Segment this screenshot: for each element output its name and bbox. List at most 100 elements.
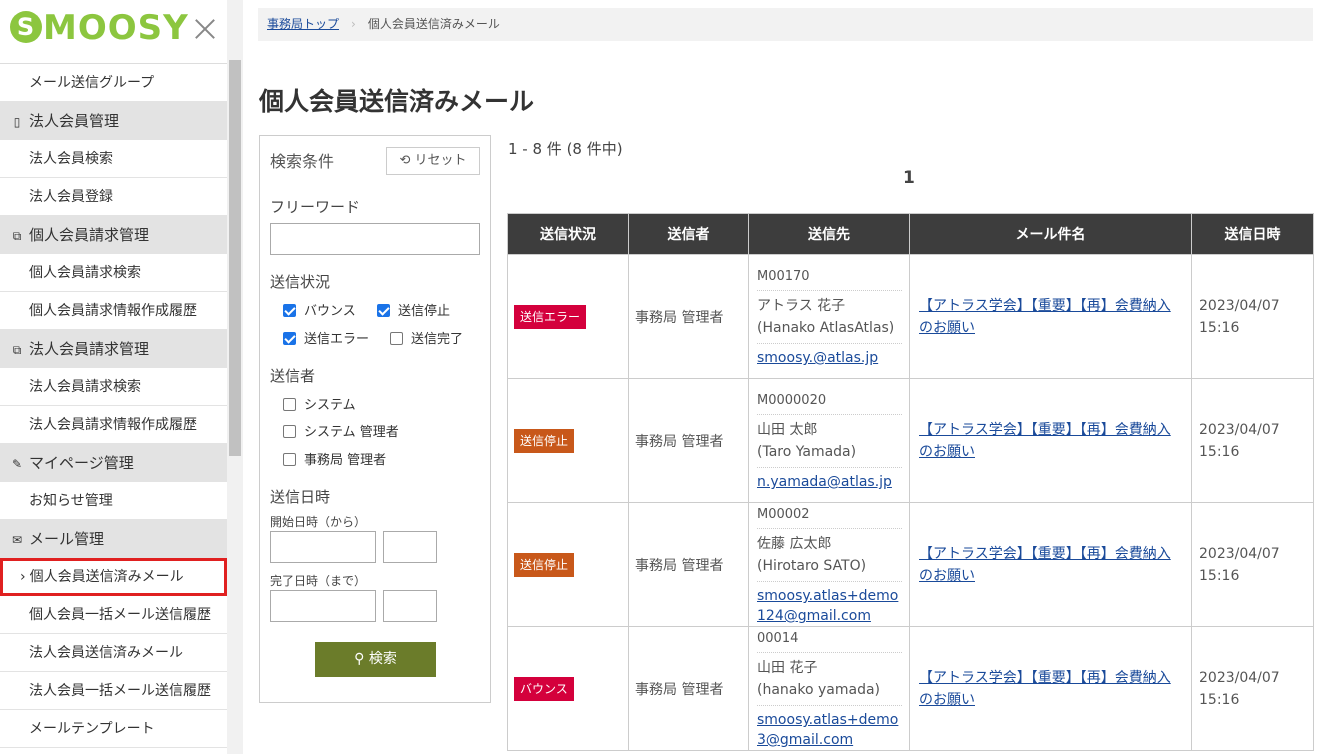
cell-recipient: M00170 アトラス 花子 (Hanako AtlasAtlas) smoosy.… [748,254,910,379]
sidebar-nav: S MOOSY メール送信グループ ▯ 法人会員管理 法人会員検索 法人会員登録 ⧉ 個人会員… [0,0,227,754]
sidebar-group-header[interactable]: ⧉ 個人会員請求管理 [0,216,227,254]
logo: S MOOSY [0,0,227,64]
subject-link[interactable]: 【アトラス学会】【重要】【再】会費納入のお願い [919,298,1171,336]
breadcrumb-home-link[interactable]: 事務局トップ [267,17,339,31]
sidebar-group-header[interactable]: ▯ 法人会員管理 [0,102,227,140]
end-date-input[interactable] [270,590,376,622]
sidebar-item-label: 法人会員請求検索 [29,379,141,395]
start-date-input[interactable] [270,531,376,563]
sidebar-item[interactable]: 法人会員請求検索 [0,368,227,406]
subject-link[interactable]: 【アトラス学会】【重要】【再】会費納入のお願い [919,422,1171,460]
cell-sender: 事務局 管理者 [628,626,749,751]
sidebar-item[interactable]: 個人会員請求情報作成履歴 [0,292,227,330]
cell-subject: 【アトラス学会】【重要】【再】会費納入のお願い [909,626,1192,751]
status-checkbox-stopped[interactable]: 送信停止 [377,300,450,319]
sidebar-item[interactable]: 法人会員一括メール送信履歴 [0,672,227,710]
copy-icon: ⧉ [12,229,22,243]
search-button-label: 検索 [368,651,397,667]
breadcrumb: 事務局トップ › 個人会員送信済みメール [258,8,1313,41]
scrollbar-thumb[interactable] [229,60,241,456]
cell-date: 2023/04/07 15:16 [1191,626,1314,751]
col-header-sender: 送信者 [628,213,749,255]
sidebar: S MOOSY メール送信グループ ▯ 法人会員管理 法人会員検索 法人会員登録 ⧉ 個人会員… [0,0,243,754]
recipient-id: 00014 [757,627,902,653]
sender-checkbox-office-admin[interactable]: 事務局 管理者 [283,449,386,468]
sidebar-item[interactable]: メール送信グループ [0,64,227,102]
search-panel: 検索条件 ⟲ リセット フリーワード 送信状況 バウンス 送信停止 送信エラー … [259,135,491,703]
result-count: 1 - 8 件 (8 件中) [508,140,623,158]
logo-wordmark: MOOSY [43,8,189,48]
table-row: バウンス 事務局 管理者 00014 山田 花子 (hanako yamada) smo… [507,626,1314,751]
sidebar-item[interactable]: 法人会員登録 [0,178,227,216]
checkbox-label: システム 管理者 [304,425,399,440]
freeword-input[interactable] [270,223,480,255]
recipient-email-link[interactable]: smoosy.atlas+demo3@gmail.com [757,706,902,750]
table-header-row: 送信状況 送信者 送信先 メール件名 送信日時 [507,213,1314,255]
subject-link[interactable]: 【アトラス学会】【重要】【再】会費納入のお願い [919,670,1171,708]
recipient-email-link[interactable]: n.yamada@atlas.jp [757,468,902,492]
sidebar-group-header[interactable]: ✉ メール管理 [0,520,227,558]
recipient-name: 山田 太郎 (Taro Yamada) [757,415,902,468]
cell-status: 送信停止 [507,378,629,503]
cell-date: 2023/04/07 15:16 [1191,378,1314,503]
recipient-email-link[interactable]: smoosy.atlas+demo124@gmail.com [757,582,902,626]
reset-button[interactable]: ⟲ リセット [386,147,480,175]
status-badge: 送信エラー [514,304,587,329]
logo-initial: S [10,11,42,43]
checkbox-box[interactable] [283,453,296,466]
sidebar-item-label: 法人会員請求情報作成履歴 [29,417,197,433]
end-date-label: 完了日時（まで） [270,574,367,588]
sidebar-item[interactable]: メールテンプレート [0,710,227,748]
sidebar-item[interactable]: 個人会員一括メール送信履歴 [0,596,227,634]
sidebar-group-header[interactable]: ✎ マイページ管理 [0,444,227,482]
checkbox-box[interactable] [283,425,296,438]
sidebar-group-header[interactable]: ⧉ 法人会員請求管理 [0,330,227,368]
sidebar-group-label: 法人会員請求管理 [29,340,150,358]
status-checkbox-completed[interactable]: 送信完了 [390,328,463,347]
status-checkbox-error[interactable]: 送信エラー [283,328,369,347]
sidebar-item-label: 個人会員一括メール送信履歴 [29,607,211,623]
checkbox-box[interactable] [390,332,403,345]
checkbox-box[interactable] [283,398,296,411]
sidebar-item[interactable]: お知らせ管理 [0,482,227,520]
sidebar-item-label: 法人会員送信済みメール [29,645,183,661]
subject-link[interactable]: 【アトラス学会】【重要】【再】会費納入のお願い [919,546,1171,584]
checkbox-label: 送信停止 [398,304,451,319]
sidebar-item[interactable]: 法人会員送信済みメール [0,634,227,672]
pencil-icon: ✎ [11,457,23,471]
start-date-label: 開始日時（から） [270,515,367,529]
sidebar-item[interactable]: 個人会員請求検索 [0,254,227,292]
breadcrumb-current: 個人会員送信済みメール [367,17,500,31]
close-icon[interactable] [192,16,218,42]
recipient-id: M0000020 [757,389,902,415]
checkbox-box[interactable] [283,304,296,317]
end-time-input[interactable] [383,590,437,622]
results-table: 送信状況 送信者 送信先 メール件名 送信日時 送信エラー 事務局 管理者 M001… [507,213,1314,751]
status-checkbox-bounce[interactable]: バウンス [283,300,356,319]
recipient-email-link[interactable]: smoosy.@atlas.jp [757,344,902,368]
sender-checkbox-system-admin[interactable]: システム 管理者 [283,421,399,440]
sidebar-scrollbar[interactable] [227,0,243,754]
search-button[interactable]: ⚲ 検索 [315,642,436,677]
col-header-recipient: 送信先 [748,213,910,255]
pagination-page-1[interactable]: 1 [903,168,915,188]
sidebar-item[interactable]: 法人会員請求情報作成履歴 [0,406,227,444]
checkbox-label: 送信完了 [411,332,464,347]
sidebar-item-label: 個人会員請求情報作成履歴 [29,303,197,319]
start-time-input[interactable] [383,531,437,563]
cell-sender: 事務局 管理者 [628,254,749,379]
sender-checkbox-system[interactable]: システム [283,394,356,413]
sidebar-item[interactable]: 法人会員検索 [0,140,227,178]
recipient-id: M00170 [757,265,902,291]
sidebar-item-label: 個人会員送信済みメール [29,569,184,585]
recipient-name: 佐藤 広太郎 (Hirotaro SATO) [757,529,902,582]
page-title: 個人会員送信済みメール [259,87,535,116]
sidebar-item-label: 法人会員検索 [29,151,113,167]
checkbox-box[interactable] [283,332,296,345]
checkbox-box[interactable] [377,304,390,317]
mail-icon: ✉ [11,533,23,547]
sidebar-item-active[interactable]: 個人会員送信済みメール [0,558,227,596]
date-label: 送信日時 [270,488,331,506]
cell-recipient: M0000020 山田 太郎 (Taro Yamada) n.yamada@atla… [748,378,910,503]
search-panel-title: 検索条件 [270,152,335,171]
